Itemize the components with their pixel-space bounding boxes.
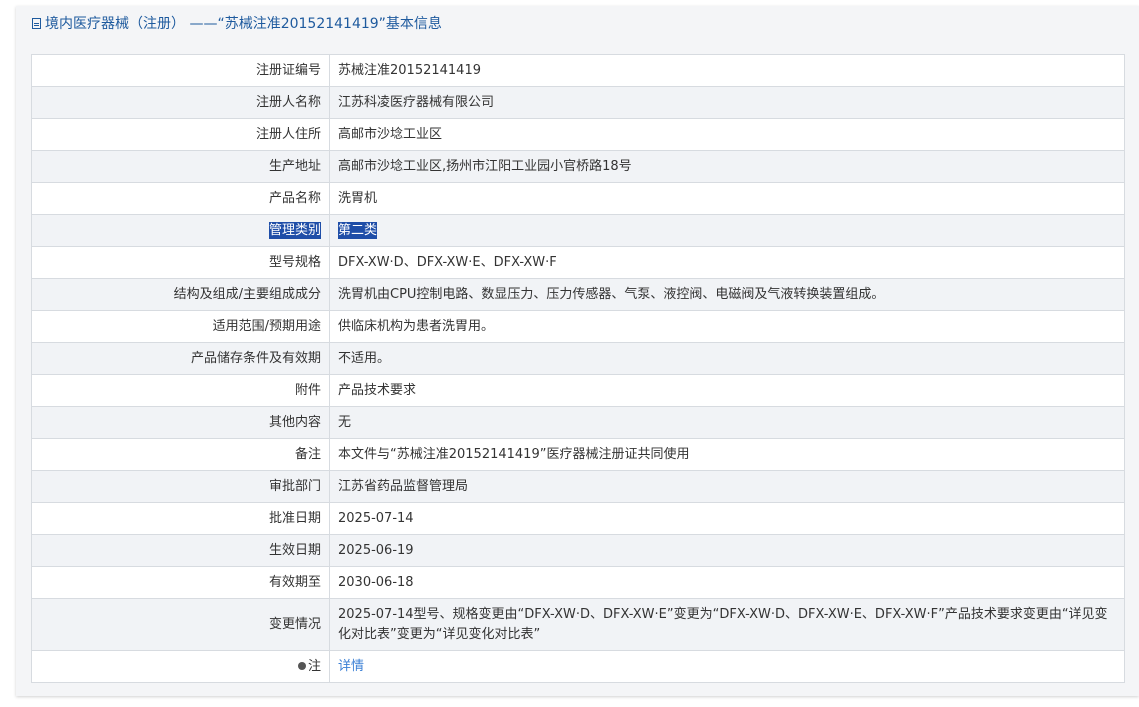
table-row: 其他内容 无 [31,406,1125,439]
row-label: 变更情况 [31,598,330,651]
table-row: 管理类别 第二类 [31,214,1125,247]
table-row: 产品名称 洗胃机 [31,182,1125,215]
row-label: 审批部门 [31,470,330,503]
row-value: 2025-07-14型号、规格变更由“DFX-XW·D、DFX-XW·E”变更为… [329,598,1125,651]
row-label: 有效期至 [31,566,330,599]
row-value: 2025-06-19 [329,534,1125,567]
table-row: 注 详情 [31,650,1125,683]
table-row: 适用范围/预期用途 供临床机构为患者洗胃用。 [31,310,1125,343]
table-row: 备注 本文件与“苏械注准20152141419”医疗器械注册证共同使用 [31,438,1125,471]
table-row: 结构及组成/主要组成成分 洗胃机由CPU控制电路、数显压力、压力传感器、气泵、液… [31,278,1125,311]
row-value: 洗胃机 [329,182,1125,215]
row-value: 洗胃机由CPU控制电路、数显压力、压力传感器、气泵、液控阀、电磁阀及气液转换装置… [329,278,1125,311]
row-value: DFX-XW·D、DFX-XW·E、DFX-XW·F [329,246,1125,279]
table-row: 注册证编号 苏械注准20152141419 [31,54,1125,87]
table-row: 变更情况 2025-07-14型号、规格变更由“DFX-XW·D、DFX-XW·… [31,598,1125,651]
table-row: 附件 产品技术要求 [31,374,1125,407]
row-value: 高邮市沙埝工业区 [329,118,1125,151]
info-card: 境内医疗器械（注册） ——“苏械注准20152141419”基本信息 注册证编号… [16,6,1139,696]
row-label: 批准日期 [31,502,330,535]
row-value: 江苏科凌医疗器械有限公司 [329,86,1125,119]
row-value: 第二类 [338,221,378,239]
row-value: 产品技术要求 [329,374,1125,407]
row-value-cell: 详情 [329,650,1125,683]
row-label: 适用范围/预期用途 [31,310,330,343]
table-row: 产品储存条件及有效期 不适用。 [31,342,1125,375]
row-label: 生效日期 [31,534,330,567]
table-row: 有效期至 2030-06-18 [31,566,1125,599]
table-row: 型号规格 DFX-XW·D、DFX-XW·E、DFX-XW·F [31,246,1125,279]
details-link[interactable]: 详情 [338,659,364,674]
row-label: 结构及组成/主要组成成分 [31,278,330,311]
card-title: 境内医疗器械（注册） ——“苏械注准20152141419”基本信息 [45,16,442,32]
table-row: 批准日期 2025-07-14 [31,502,1125,535]
row-label: 注 [307,658,321,674]
row-value: 供临床机构为患者洗胃用。 [329,310,1125,343]
row-label: 产品名称 [31,182,330,215]
info-table-panel: 注册证编号 苏械注准20152141419 注册人名称 江苏科凌医疗器械有限公司… [31,54,1125,683]
row-value: 2025-07-14 [329,502,1125,535]
row-value: 江苏省药品监督管理局 [329,470,1125,503]
row-label: 生产地址 [31,150,330,183]
row-label: 产品储存条件及有效期 [31,342,330,375]
row-value: 不适用。 [329,342,1125,375]
row-label: 管理类别 [268,221,321,239]
row-value-cell: 第二类 [329,214,1125,247]
row-label: 附件 [31,374,330,407]
card-header: 境内医疗器械（注册） ——“苏械注准20152141419”基本信息 [16,6,1139,42]
row-value: 苏械注准20152141419 [329,54,1125,87]
lightbulb-icon [297,661,306,670]
info-table: 注册证编号 苏械注准20152141419 注册人名称 江苏科凌医疗器械有限公司… [31,54,1125,683]
row-label: 注册人住所 [31,118,330,151]
row-value: 2030-06-18 [329,566,1125,599]
row-value: 本文件与“苏械注准20152141419”医疗器械注册证共同使用 [329,438,1125,471]
row-value: 无 [329,406,1125,439]
row-label: 注册人名称 [31,86,330,119]
row-value: 高邮市沙埝工业区,扬州市江阳工业园小官桥路18号 [329,150,1125,183]
table-row: 生效日期 2025-06-19 [31,534,1125,567]
row-label: 其他内容 [31,406,330,439]
row-label: 注册证编号 [31,54,330,87]
table-row: 审批部门 江苏省药品监督管理局 [31,470,1125,503]
row-label-cell: 管理类别 [31,214,330,247]
row-label-cell: 注 [31,650,330,683]
table-row: 生产地址 高邮市沙埝工业区,扬州市江阳工业园小官桥路18号 [31,150,1125,183]
row-label: 型号规格 [31,246,330,279]
document-icon [32,18,41,29]
row-label: 备注 [31,438,330,471]
table-row: 注册人名称 江苏科凌医疗器械有限公司 [31,86,1125,119]
table-row: 注册人住所 高邮市沙埝工业区 [31,118,1125,151]
